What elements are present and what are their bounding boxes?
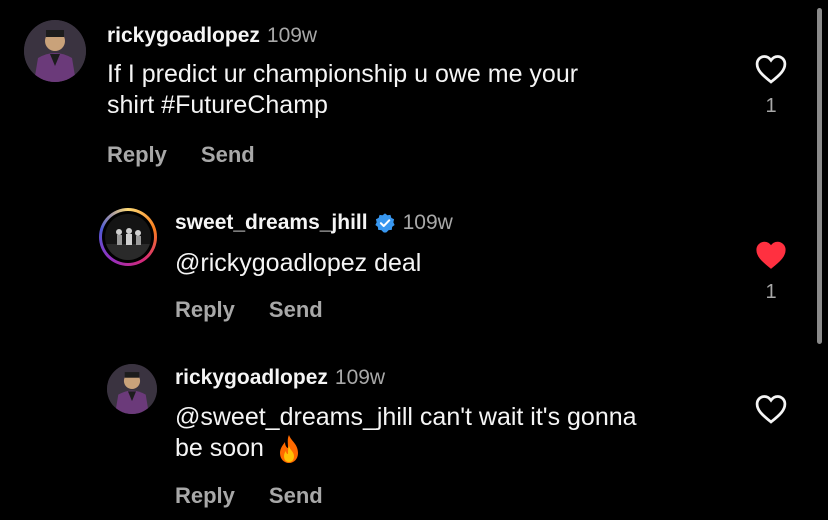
heart-outline-icon — [754, 394, 788, 429]
reply-button[interactable]: Reply — [175, 297, 235, 323]
comment-actions: Reply Send — [175, 297, 323, 323]
comment-text-line: @sweet_dreams_jhill can't wait it's gonn… — [175, 403, 637, 431]
fire-emoji-icon — [276, 434, 302, 464]
avatar[interactable] — [107, 364, 157, 414]
comments-screen: rickygoadlopez 109w If I predict ur cham… — [0, 0, 828, 520]
comment-text: @sweet_dreams_jhill can't wait it's gonn… — [175, 402, 637, 464]
reply-button[interactable]: Reply — [107, 142, 167, 168]
comment-text-line: @rickygoadlopez deal — [175, 249, 422, 277]
reply-button[interactable]: Reply — [175, 483, 235, 509]
comment-text-line: be soon — [175, 434, 264, 462]
username[interactable]: rickygoadlopez — [175, 366, 328, 390]
like-button[interactable] — [754, 394, 788, 429]
comment-text-line: If I predict ur championship u owe me yo… — [107, 60, 579, 88]
send-button[interactable]: Send — [201, 142, 255, 168]
scrollbar[interactable] — [817, 8, 822, 344]
avatar[interactable] — [99, 208, 157, 266]
comment-text: If I predict ur championship u owe me yo… — [107, 59, 578, 121]
comment-header: rickygoadlopez 109w — [175, 366, 385, 390]
timestamp: 109w — [402, 211, 453, 234]
timestamp: 109w — [334, 366, 386, 389]
avatar[interactable] — [24, 20, 86, 82]
comment-text-line: shirt #FutureChamp — [107, 91, 328, 119]
username[interactable]: sweet_dreams_jhill — [175, 211, 368, 235]
heart-filled-icon — [754, 240, 788, 275]
comment-actions: Reply Send — [107, 142, 255, 168]
comment-header: sweet_dreams_jhill 109w — [175, 211, 453, 235]
username[interactable]: rickygoadlopez — [107, 24, 260, 48]
send-button[interactable]: Send — [269, 297, 323, 323]
like-count: 1 — [765, 281, 777, 303]
verified-badge-icon — [374, 212, 396, 234]
like-button[interactable]: 1 — [754, 240, 788, 304]
timestamp: 109w — [266, 24, 318, 47]
like-count: 1 — [765, 95, 777, 117]
heart-outline-icon — [754, 54, 788, 89]
comment-header: rickygoadlopez 109w — [107, 24, 317, 48]
comment-text: @rickygoadlopez deal — [175, 248, 421, 279]
like-button[interactable]: 1 — [754, 54, 788, 118]
send-button[interactable]: Send — [269, 483, 323, 509]
comment-actions: Reply Send — [175, 483, 323, 509]
